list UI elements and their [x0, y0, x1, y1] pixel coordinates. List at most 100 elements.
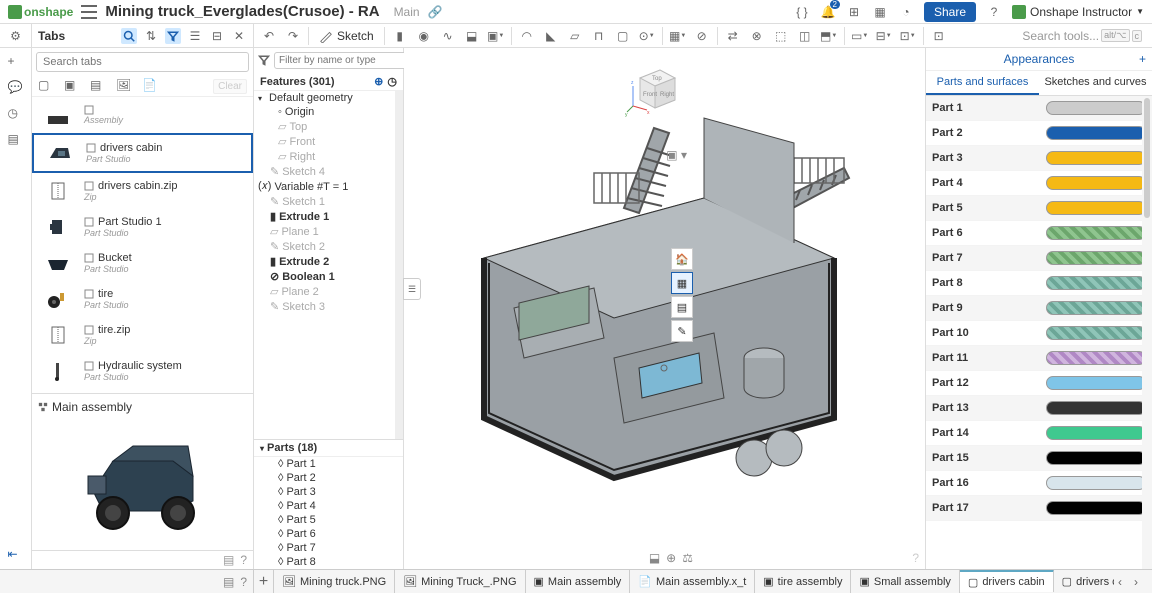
appearance-row[interactable]: Part 3 — [926, 146, 1152, 171]
color-swatch[interactable] — [1046, 426, 1146, 440]
revolve-icon[interactable]: ◉ — [415, 27, 433, 45]
plane-icon[interactable]: ▭▼ — [851, 27, 869, 45]
sweep-icon[interactable]: ∿ — [439, 27, 457, 45]
part-item[interactable]: ◊Part 3 — [254, 485, 403, 499]
color-swatch[interactable] — [1046, 476, 1146, 490]
notifications-icon[interactable]: 🔔 — [820, 4, 836, 20]
color-swatch[interactable] — [1046, 326, 1146, 340]
user-menu[interactable]: Onshape Instructor ▼ — [1012, 5, 1144, 19]
move-face-icon[interactable]: ◫ — [796, 27, 814, 45]
delete-face-icon[interactable]: ⊗ — [748, 27, 766, 45]
appearance-row[interactable]: Part 5 — [926, 196, 1152, 221]
transform-icon[interactable]: ⇄ — [724, 27, 742, 45]
appearance-row[interactable]: Part 17 — [926, 496, 1152, 521]
precision-icon[interactable]: ⊕ — [666, 551, 676, 565]
sort-icon[interactable]: ⇅ — [143, 28, 159, 44]
main-assembly-header[interactable]: Main assembly — [38, 398, 247, 416]
other-filter-icon[interactable]: 📄 — [142, 78, 158, 94]
part-item[interactable]: ◊Part 2 — [254, 471, 403, 485]
part-item[interactable]: ◊Part 1 — [254, 457, 403, 471]
menu-icon[interactable] — [81, 5, 97, 19]
feature-item[interactable]: ▱Front — [254, 134, 403, 149]
undo-icon[interactable]: ↶ — [260, 27, 278, 45]
color-swatch[interactable] — [1046, 501, 1146, 515]
appearance-row[interactable]: Part 2 — [926, 121, 1152, 146]
drawing-filter-icon[interactable]: ▤ — [90, 78, 106, 94]
tab-item[interactable]: drivers cabin.zip Zip — [32, 173, 253, 209]
image-filter-icon[interactable]: 🖼 — [116, 78, 132, 94]
tab-parts-surfaces[interactable]: Parts and surfaces — [926, 71, 1039, 95]
document-tab[interactable]: ▣Main assembly — [526, 570, 631, 593]
collapse-rail-icon[interactable]: ⇤ — [8, 547, 24, 563]
document-tab[interactable]: 📄Main assembly.x_t — [630, 570, 755, 593]
tab-item[interactable]: Part Studio 1 Part Studio — [32, 209, 253, 245]
tab-option-icon[interactable]: ▤ — [223, 575, 234, 589]
app-store-icon[interactable]: ▦ — [872, 4, 888, 20]
color-swatch[interactable] — [1046, 451, 1146, 465]
redo-icon[interactable]: ↷ — [284, 27, 302, 45]
part-item[interactable]: ◊Part 7 — [254, 541, 403, 555]
shell-icon[interactable]: ▢ — [614, 27, 632, 45]
color-swatch[interactable] — [1046, 351, 1146, 365]
color-swatch[interactable] — [1046, 201, 1146, 215]
feature-item[interactable]: ⊘Boolean 1 — [254, 269, 403, 284]
fillet-icon[interactable]: ◠ — [518, 27, 536, 45]
branch-label[interactable]: Main — [394, 5, 420, 19]
appearance-row[interactable]: Part 12 — [926, 371, 1152, 396]
assembly-filter-icon[interactable]: ▣ — [64, 78, 80, 94]
search-icon[interactable] — [121, 28, 137, 44]
tab-item[interactable]: Hydraulic system Part Studio — [32, 353, 253, 389]
parts-chevron-icon[interactable]: ▾ — [260, 444, 264, 453]
feature-item[interactable]: ▮Extrude 2 — [254, 254, 403, 269]
appearance-row[interactable]: Part 13 — [926, 396, 1152, 421]
share-button[interactable]: Share — [924, 2, 976, 22]
config-icon[interactable]: ⊡▼ — [899, 27, 917, 45]
document-tab[interactable]: 🖼Mining Truck_.PNG — [395, 570, 525, 593]
feature-item[interactable]: (𝑥)Variable #T = 1 — [254, 179, 403, 194]
measure-view-icon[interactable]: ✎ — [671, 320, 693, 342]
feature-item[interactable]: ▱Right — [254, 149, 403, 164]
frame-icon[interactable]: ⊡ — [930, 27, 948, 45]
tab-scroll-right-icon[interactable]: › — [1134, 575, 1148, 589]
part-item[interactable]: ◊Part 6 — [254, 527, 403, 541]
view-menu-icon[interactable]: ▣ ▾ — [666, 148, 687, 162]
color-swatch[interactable] — [1046, 376, 1146, 390]
feature-item[interactable]: ▱Top — [254, 119, 403, 134]
color-swatch[interactable] — [1046, 176, 1146, 190]
feature-item[interactable]: ◦Origin — [254, 105, 403, 119]
chamfer-icon[interactable]: ◣ — [542, 27, 560, 45]
appearance-row[interactable]: Part 14 — [926, 421, 1152, 446]
feature-timer-icon[interactable]: ◷ — [387, 75, 397, 88]
appearance-row[interactable]: Part 15 — [926, 446, 1152, 471]
tab-item[interactable]: drivers cabin Part Studio — [32, 133, 253, 173]
add-tab-button[interactable]: + — [254, 570, 274, 593]
search-tools[interactable]: Search tools... alt/⌥ c — [1018, 29, 1146, 43]
color-swatch[interactable] — [1046, 401, 1146, 415]
search-tabs-input[interactable] — [36, 52, 249, 72]
feature-item[interactable]: ✎Sketch 4 — [254, 164, 403, 179]
list-icon[interactable]: ☰ — [187, 28, 203, 44]
tab-item[interactable]: tire.zip Zip — [32, 317, 253, 353]
feature-item[interactable]: ✎Sketch 3 — [254, 299, 403, 314]
filter-icon[interactable] — [258, 54, 270, 68]
sketch-button[interactable]: Sketch — [315, 29, 378, 43]
feature-item[interactable]: ▱Plane 1 — [254, 224, 403, 239]
color-swatch[interactable] — [1046, 276, 1146, 290]
feature-item[interactable]: ▾Default geometry — [254, 91, 403, 105]
comments-icon[interactable]: 💬 — [8, 80, 24, 96]
color-swatch[interactable] — [1046, 226, 1146, 240]
section-view-icon[interactable]: ▤ — [671, 296, 693, 318]
appearance-row[interactable]: Part 7 — [926, 246, 1152, 271]
feature-add-icon[interactable]: ⊕ — [374, 75, 383, 88]
color-swatch[interactable] — [1046, 151, 1146, 165]
modify-icon[interactable]: ⬚ — [772, 27, 790, 45]
help-icon[interactable]: ? — [986, 4, 1002, 20]
appearance-row[interactable]: Part 6 — [926, 221, 1152, 246]
tab-config-icon[interactable]: ⚙ — [10, 29, 21, 43]
feature-item[interactable]: ✎Sketch 1 — [254, 194, 403, 209]
canvas-help-icon[interactable]: ? — [912, 551, 919, 565]
tab-panel-help-icon[interactable]: ? — [240, 553, 247, 567]
app-logo[interactable]: onshape — [8, 5, 73, 19]
document-tab[interactable]: 🖼Mining truck.PNG — [274, 570, 395, 593]
filter-icon[interactable] — [165, 28, 181, 44]
